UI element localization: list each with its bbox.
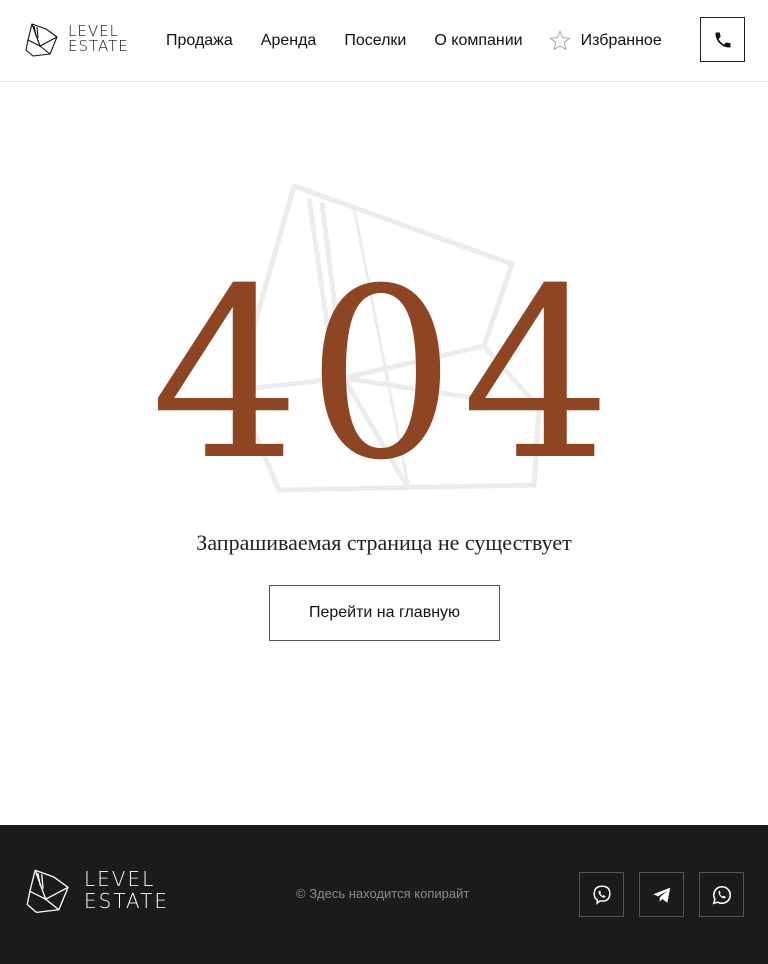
favorites-link[interactable]: Избранное [549, 30, 662, 51]
error-code: 404 [150, 239, 618, 512]
star-icon [549, 30, 571, 51]
viber-icon [592, 885, 611, 905]
nav-item-villages[interactable]: Поселки [344, 32, 406, 50]
whatsapp-button[interactable] [699, 872, 744, 917]
error-message: Запрашиваемая страница не существует [196, 530, 572, 555]
main-nav: Продажа Аренда Поселки О компании Избран… [166, 30, 662, 51]
telegram-icon [652, 887, 670, 903]
logo[interactable]: LEVEL ESTATE [24, 20, 129, 58]
whatsapp-icon [712, 885, 731, 904]
favorites-label: Избранное [580, 31, 662, 49]
site-header: LEVEL ESTATE Продажа Аренда Поселки О ко… [0, 0, 768, 82]
copyright-text: © Здесь находится копирайт [296, 886, 470, 901]
nav-item-rent[interactable]: Аренда [261, 32, 317, 50]
viber-button[interactable] [579, 872, 624, 917]
nav-item-sale[interactable]: Продажа [166, 32, 233, 50]
go-home-button[interactable]: Перейти на главную [269, 585, 500, 641]
nav-item-about[interactable]: О компании [434, 32, 522, 50]
footer-logo[interactable]: LEVEL ESTATE [24, 865, 169, 915]
telegram-button[interactable] [639, 872, 684, 917]
footer-logo-line-2: ESTATE [84, 889, 169, 913]
footer-logo-icon [26, 869, 69, 914]
logo-line-2: ESTATE [68, 37, 129, 55]
phone-button[interactable] [700, 17, 745, 62]
site-footer: LEVEL ESTATE © Здесь находится копирайт [0, 825, 768, 964]
phone-icon [715, 32, 730, 47]
logo-icon [25, 23, 58, 57]
footer-logo-line-1: LEVEL [84, 867, 156, 891]
